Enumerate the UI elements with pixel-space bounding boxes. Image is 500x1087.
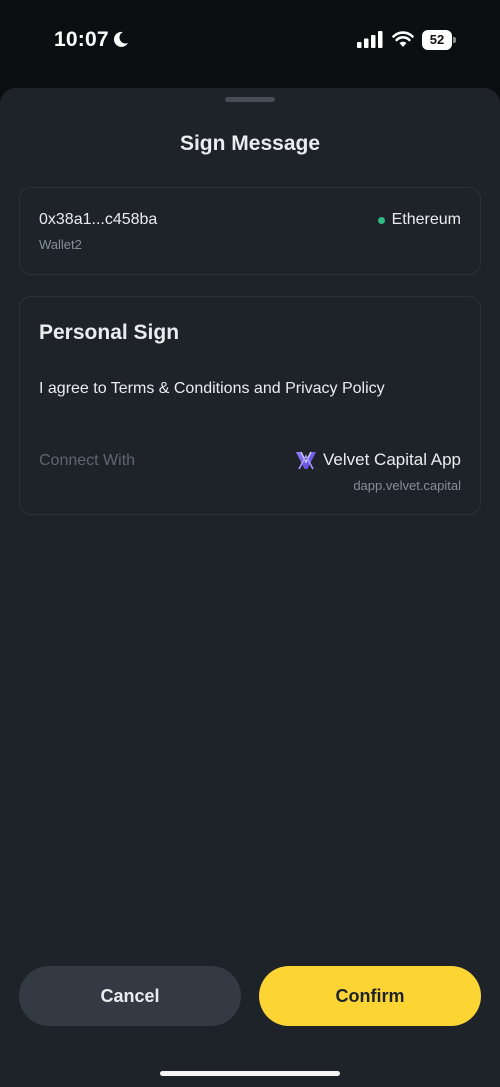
home-indicator <box>160 1071 340 1076</box>
status-bar: 10:07 52 <box>0 0 500 88</box>
network-status-dot <box>377 216 385 224</box>
battery-nub <box>453 37 456 43</box>
wallet-name: Wallet2 <box>39 237 82 252</box>
dapp-url: dapp.velvet.capital <box>353 478 461 493</box>
wallet-address: 0x38a1...c458ba <box>39 211 158 228</box>
sign-message-sheet: Sign Message 0x38a1...c458ba Wallet2 Eth… <box>0 88 500 1087</box>
sheet-title: Sign Message <box>179 132 321 155</box>
battery-level: 52 <box>429 32 445 47</box>
wifi-icon <box>392 31 414 47</box>
network-indicator: Ethereum <box>377 211 461 229</box>
sign-type-title: Personal Sign <box>39 321 180 344</box>
personal-sign-card: Personal Sign I agree to Terms & Conditi… <box>19 296 481 515</box>
status-time: 10:07 <box>54 28 109 51</box>
battery-icon: 52 <box>422 30 456 50</box>
cellular-signal-icon <box>357 31 383 48</box>
wallet-card: 0x38a1...c458ba Wallet2 Ethereum <box>19 187 481 275</box>
dapp-info: Velvet Capital App <box>295 449 461 471</box>
dapp-name: Velvet Capital App <box>323 450 461 469</box>
network-name: Ethereum <box>391 211 461 228</box>
cancel-button[interactable]: Cancel <box>19 966 241 1026</box>
velvet-logo-icon <box>296 451 317 470</box>
sheet-grabber[interactable] <box>225 97 275 102</box>
connect-with-label: Connect With <box>39 452 136 469</box>
sign-message-text: I agree to Terms & Conditions and Privac… <box>39 380 385 397</box>
confirm-button[interactable]: Confirm <box>259 966 481 1026</box>
moon-icon <box>113 31 128 47</box>
